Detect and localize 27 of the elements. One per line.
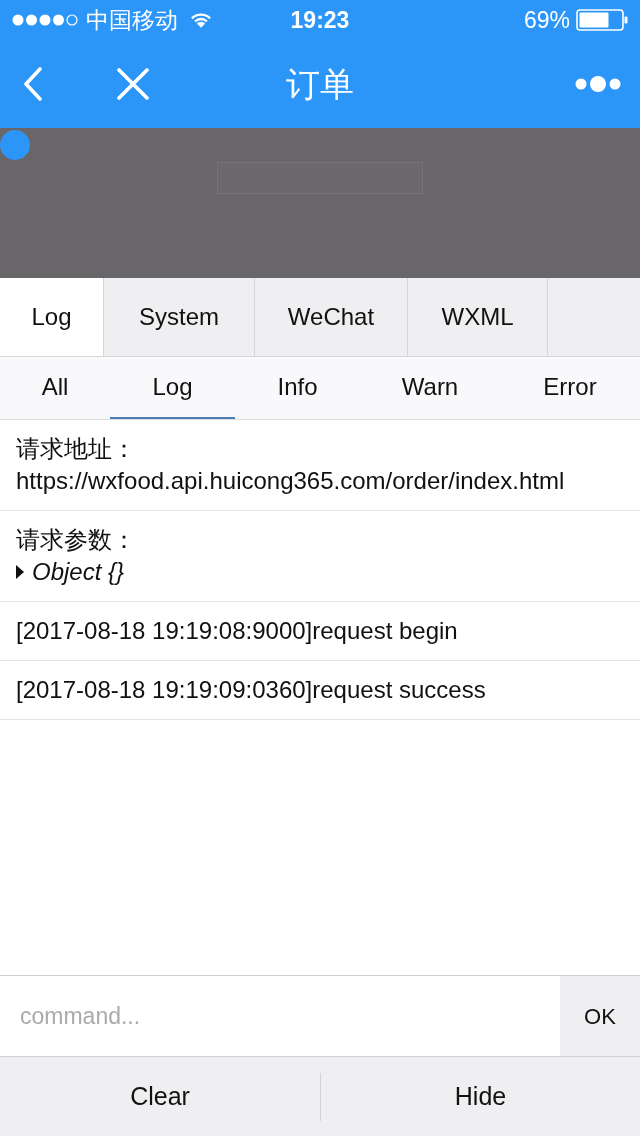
bottom-action-button[interactable]: Clear	[0, 1057, 320, 1136]
wifi-icon	[190, 12, 212, 28]
chevron-left-icon	[23, 67, 43, 101]
carrier-name: 中国移动	[86, 5, 178, 35]
log-label: 请求参数：	[16, 525, 137, 555]
filter-tab[interactable]: All	[0, 357, 110, 419]
filter-tab[interactable]: Warn	[360, 357, 500, 419]
log-url: https://wxfood.api.huicong365.com/order/index.html	[16, 466, 566, 496]
bottom-action-button[interactable]: Hide	[321, 1057, 640, 1136]
filter-tab[interactable]: Info	[235, 357, 360, 419]
more-dots-icon	[575, 75, 621, 93]
signal-icon	[12, 14, 78, 26]
filter-tab[interactable]: Error	[500, 357, 640, 419]
log-message: [2017-08-18 19:19:09:0360]request success	[16, 675, 487, 705]
battery-percent: 69%	[523, 5, 570, 35]
log-label: 请求地址：	[16, 434, 137, 464]
page-title: 订单	[286, 63, 354, 105]
triangle-icon	[16, 565, 24, 579]
object-toggle[interactable]: Object {}	[16, 556, 125, 588]
ok-button[interactable]: OK	[560, 976, 640, 1056]
panel-tab[interactable]: Log	[0, 278, 104, 356]
close-icon	[117, 68, 149, 100]
object-value: Object {}	[32, 557, 125, 587]
log-message: [2017-08-18 19:19:08:9000]request begin	[16, 616, 459, 646]
status-time: 19:23	[290, 5, 350, 35]
battery-icon	[576, 9, 628, 31]
close-button[interactable]	[116, 67, 150, 101]
